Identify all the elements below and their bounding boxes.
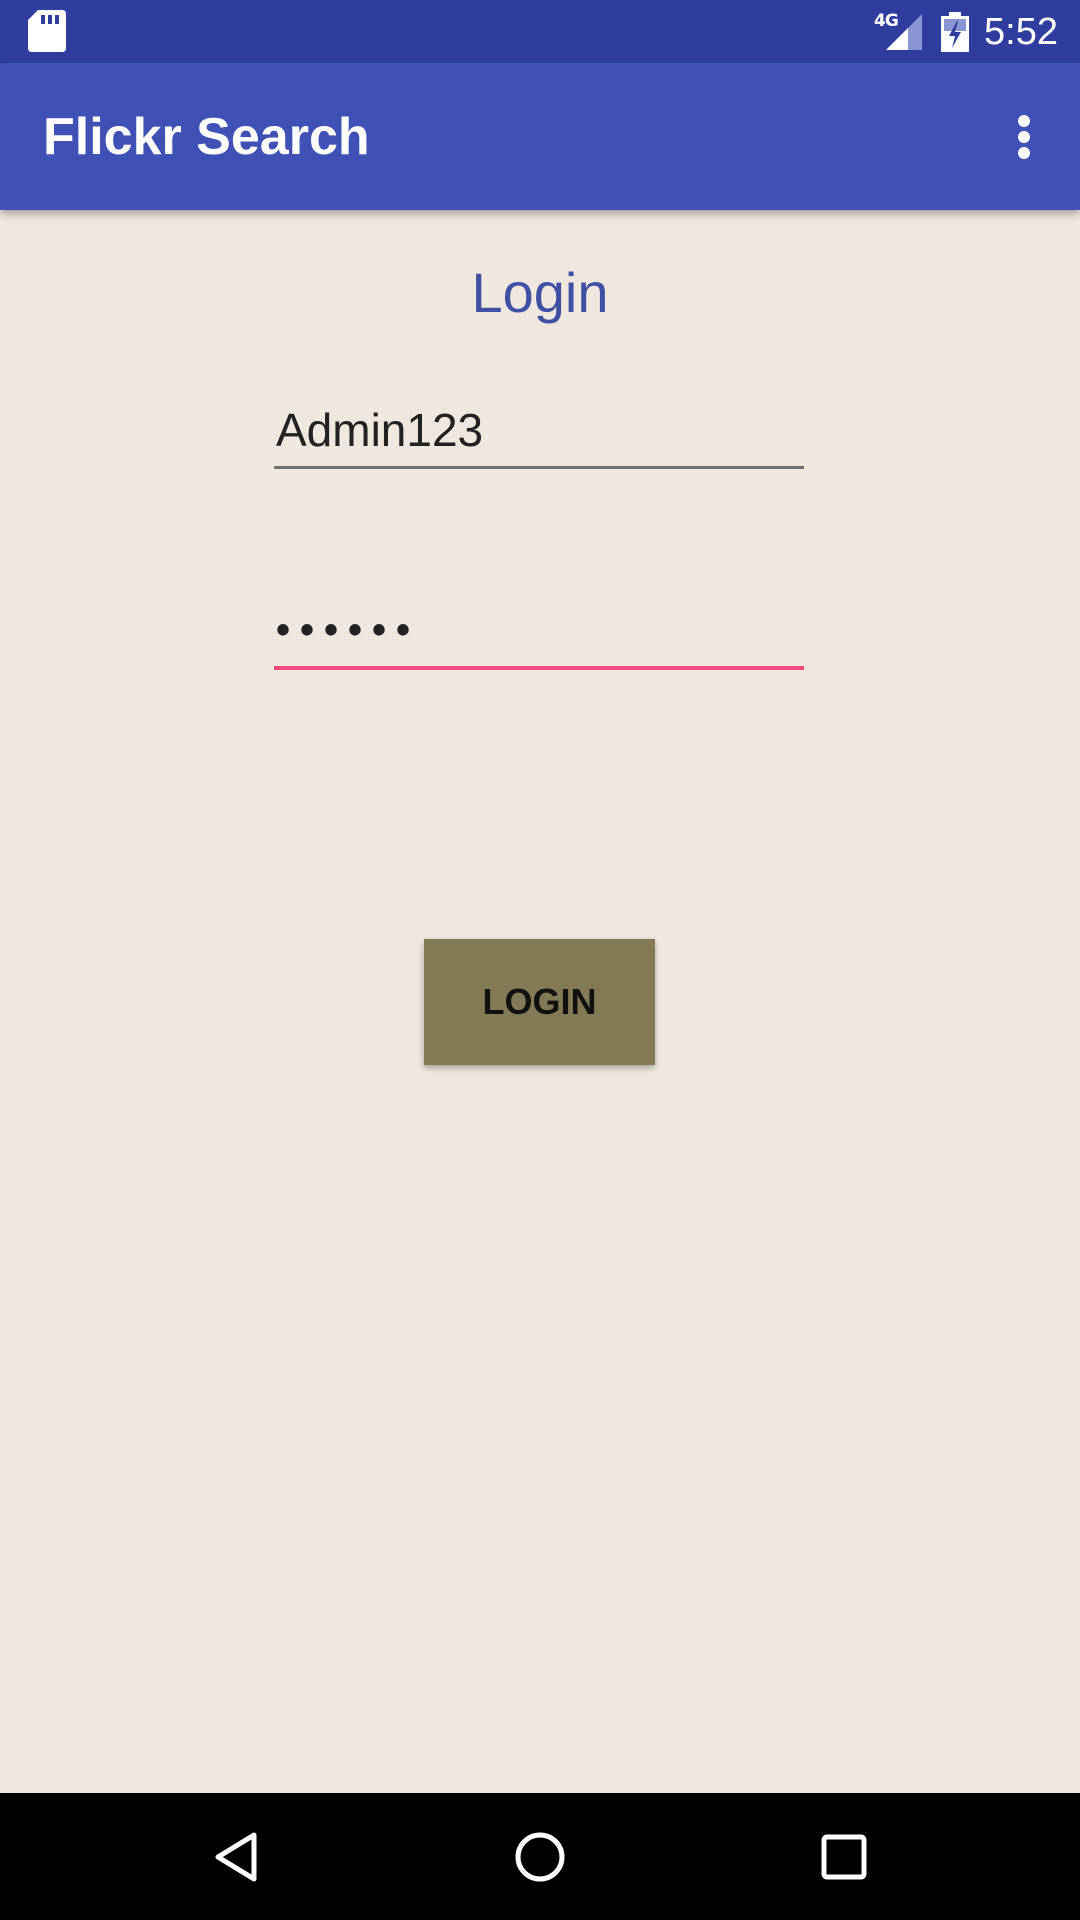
more-vert-dot xyxy=(1018,147,1030,159)
password-field xyxy=(274,596,804,670)
login-heading: Login xyxy=(471,261,609,324)
sd-card-icon xyxy=(28,10,66,52)
app-title: Flickr Search xyxy=(43,108,370,166)
username-input[interactable] xyxy=(274,396,804,464)
navigation-bar xyxy=(0,1793,1080,1920)
back-icon[interactable] xyxy=(200,1821,272,1893)
overflow-menu-button[interactable] xyxy=(1000,103,1048,171)
cell-signal-icon xyxy=(886,14,922,50)
more-vert-icon xyxy=(1018,115,1030,127)
username-field xyxy=(274,396,804,469)
login-button[interactable]: LOGIN xyxy=(424,939,655,1065)
battery-charging-icon xyxy=(941,12,969,52)
status-bar: 4G 5:52 xyxy=(0,0,1080,63)
clock: 5:52 xyxy=(984,11,1058,53)
app-bar: Flickr Search xyxy=(0,63,1080,210)
home-icon[interactable] xyxy=(504,1821,576,1893)
recents-icon[interactable] xyxy=(808,1821,880,1893)
password-input[interactable] xyxy=(274,596,804,664)
more-vert-dot xyxy=(1018,131,1030,143)
